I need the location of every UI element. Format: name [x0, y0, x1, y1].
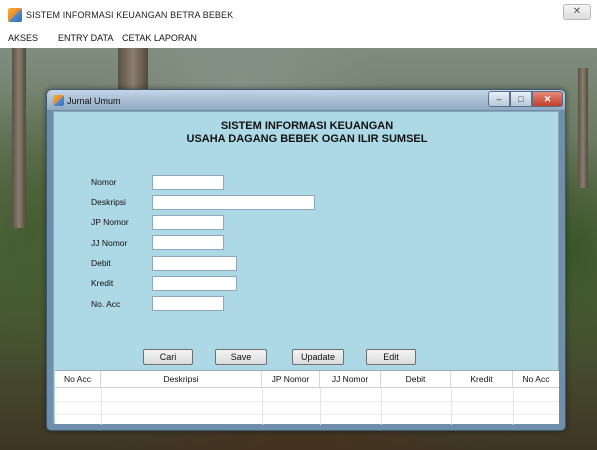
window-titlebar[interactable]: Jurnal Umum – □ ✕ — [47, 90, 565, 110]
jurnal-data-grid[interactable]: No Acc Deskripsi JP Nomor JJ Nomor Debit… — [55, 370, 559, 425]
background-tree-trunk — [12, 48, 26, 228]
menu-bar: AKSES ENTRY DATA CETAK LAPORAN — [0, 30, 597, 48]
no-acc-label: No. Acc — [91, 299, 121, 309]
grid-col-deskripsi[interactable]: Deskripsi — [101, 371, 262, 388]
grid-divider — [513, 388, 514, 425]
kredit-input[interactable] — [152, 276, 237, 291]
debit-label: Debit — [91, 258, 111, 268]
grid-divider — [320, 388, 321, 425]
jj-nomor-input[interactable] — [152, 235, 224, 250]
maximize-button[interactable]: □ — [510, 91, 532, 107]
app-title: SISTEM INFORMASI KEUANGAN BETRA BEBEK — [26, 10, 234, 20]
grid-col-no-acc-2[interactable]: No Acc — [513, 371, 559, 388]
edit-button[interactable]: Edit — [366, 349, 416, 365]
grid-col-kredit[interactable]: Kredit — [451, 371, 513, 388]
grid-row-divider — [55, 401, 559, 402]
grid-divider — [262, 388, 263, 425]
jurnal-umum-window: Jurnal Umum – □ ✕ SISTEM INFORMASI KEUAN… — [46, 89, 566, 431]
jj-nomor-label: JJ Nomor — [91, 238, 128, 248]
grid-header-row: No Acc Deskripsi JP Nomor JJ Nomor Debit… — [55, 371, 559, 388]
app-titlebar: SISTEM INFORMASI KEUANGAN BETRA BEBEK ✕ — [0, 0, 597, 30]
grid-row-divider — [55, 414, 559, 415]
jp-nomor-input[interactable] — [152, 215, 224, 230]
form-heading-line2: USAHA DAGANG BEBEK OGAN ILIR SUMSEL — [186, 133, 428, 145]
form-client-area: SISTEM INFORMASI KEUANGAN USAHA DAGANG B… — [53, 111, 559, 425]
grid-col-no-acc[interactable]: No Acc — [55, 371, 101, 388]
window-icon — [53, 95, 64, 106]
menu-item-entry-data[interactable]: ENTRY DATA — [58, 33, 113, 43]
grid-divider — [381, 388, 382, 425]
nomor-label: Nomor — [91, 177, 117, 187]
form-heading-line1: SISTEM INFORMASI KEUANGAN — [220, 120, 394, 132]
background-tree-trunk — [578, 68, 588, 188]
grid-divider — [451, 388, 452, 425]
window-title: Jurnal Umum — [67, 96, 121, 106]
grid-col-jp-nomor[interactable]: JP Nomor — [262, 371, 320, 388]
minimize-button[interactable]: – — [488, 91, 510, 107]
kredit-label: Kredit — [91, 278, 114, 288]
grid-divider — [101, 388, 102, 425]
app-close-button[interactable]: ✕ — [563, 4, 591, 20]
jp-nomor-label: JP Nomor — [91, 217, 129, 227]
deskripsi-label: Deskripsi — [91, 197, 126, 207]
no-acc-input[interactable] — [152, 296, 224, 311]
grid-col-debit[interactable]: Debit — [381, 371, 451, 388]
grid-col-jj-nomor[interactable]: JJ Nomor — [320, 371, 381, 388]
update-button[interactable]: Upadate — [292, 349, 344, 365]
deskripsi-input[interactable] — [152, 195, 315, 210]
nomor-input[interactable] — [152, 175, 224, 190]
cari-button[interactable]: Cari — [143, 349, 193, 365]
menu-item-akses[interactable]: AKSES — [8, 33, 38, 43]
debit-input[interactable] — [152, 256, 237, 271]
menu-item-cetak-laporan[interactable]: CETAK LAPORAN — [122, 33, 197, 43]
save-button[interactable]: Save — [215, 349, 267, 365]
window-close-button[interactable]: ✕ — [532, 91, 563, 107]
app-icon — [8, 8, 22, 22]
